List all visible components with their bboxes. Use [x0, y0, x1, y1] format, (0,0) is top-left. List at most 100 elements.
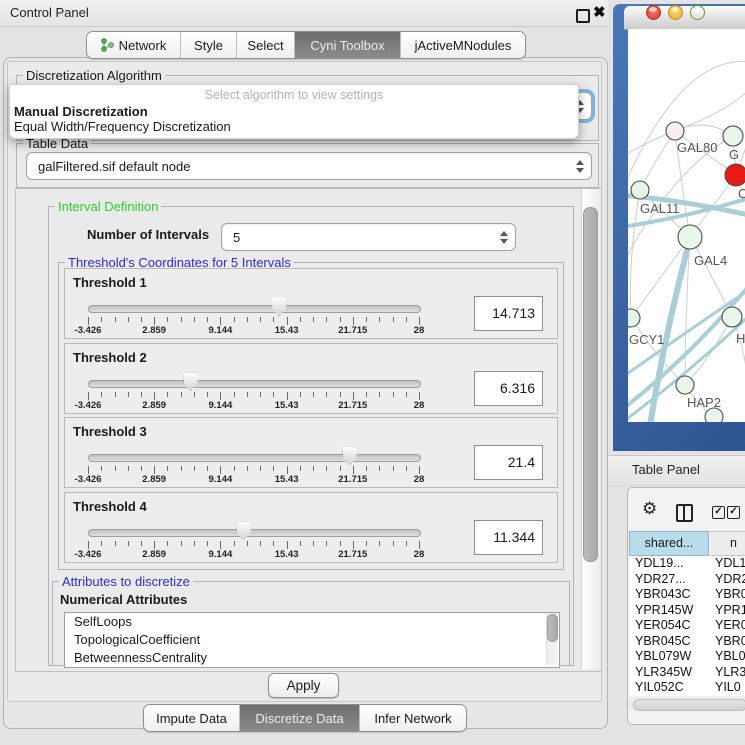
table-cell[interactable]: YDR27...	[635, 572, 686, 586]
split-columns-icon[interactable]	[676, 504, 693, 522]
network-canvas[interactable]: GAL80GCGAL11GAL4GCY1HHAP2	[628, 29, 745, 422]
slider-tick-label: 28	[414, 549, 425, 560]
numerical-attributes-list: SelfLoopsTopologicalCoefficientBetweenne…	[64, 612, 560, 668]
threshold-row: Threshold 4-3.4262.8599.14415.4321.71528…	[64, 492, 558, 563]
slider-tick-label: 28	[414, 325, 425, 336]
dropdown-option[interactable]: Equal Width/Frequency Discretization	[14, 119, 231, 134]
threshold-label: Threshold 4	[73, 499, 147, 514]
interval-definition-title: Interval Definition	[55, 199, 161, 214]
slider-track[interactable]	[88, 380, 421, 388]
table-cell[interactable]: YBL079W	[635, 649, 691, 663]
threshold-value-field[interactable]: 14.713	[474, 296, 543, 331]
tab-jactivemnodules[interactable]: jActiveMNodules	[401, 32, 525, 58]
zoom-traffic-light[interactable]	[690, 5, 705, 20]
column-header-shared[interactable]: shared...	[629, 531, 709, 556]
network-node[interactable]	[678, 225, 702, 249]
slider-thumb[interactable]	[237, 522, 251, 541]
table-cell[interactable]: YIL052C	[635, 680, 684, 694]
column-header-name[interactable]: n	[710, 531, 745, 556]
network-node-label: C	[738, 186, 745, 201]
slider-tick-label: 21.715	[338, 325, 367, 336]
table-cell[interactable]: YBL0	[715, 649, 745, 663]
horizontal-scrollbar-thumb[interactable]	[633, 699, 745, 711]
slider-tick-label: 28	[414, 474, 425, 485]
table-cell[interactable]: YBR045C	[635, 634, 691, 648]
slider-tick-label: 21.715	[338, 474, 367, 485]
dropdown-placeholder: Select algorithm to view settings	[10, 88, 578, 102]
network-node[interactable]	[723, 126, 743, 146]
table-cell[interactable]: YDL1	[715, 556, 745, 570]
tab-style[interactable]: Style	[181, 32, 237, 58]
node-table[interactable]: YDL19... YDL1 YDR27... YDR2 YBR043C YBR0 YPR14…	[629, 556, 745, 696]
table-cell[interactable]: YDL19...	[635, 556, 684, 570]
network-node-label: GAL4	[694, 253, 727, 268]
checkbox-icon[interactable]: ✓	[712, 506, 725, 519]
table-cell[interactable]: YIL0	[715, 680, 741, 694]
table-cell[interactable]: YER0	[715, 618, 745, 632]
gear-icon[interactable]: ⚙	[642, 500, 657, 517]
combo-arrows-icon	[569, 160, 591, 173]
slider-tick-label: 15.43	[275, 400, 299, 411]
number-of-intervals-label: Number of Intervals	[87, 227, 209, 242]
table-cell[interactable]: YBR0	[715, 634, 745, 648]
tab-select[interactable]: Select	[237, 32, 295, 58]
table-cell[interactable]: YBR0	[715, 587, 745, 601]
tab-network[interactable]: Network	[87, 32, 181, 58]
slider-tick-label: 9.144	[209, 400, 233, 411]
top-tab-bar: Network Style Select Cyni Toolbox jActiv…	[86, 31, 526, 59]
threshold-value-field[interactable]: 11.344	[474, 520, 543, 555]
slider-tick-label: 2.859	[142, 325, 166, 336]
table-cell[interactable]: YLR3	[715, 665, 745, 679]
table-cell[interactable]: YPR1	[715, 603, 745, 617]
tab-impute-data[interactable]: Impute Data	[144, 705, 240, 731]
network-node[interactable]	[628, 309, 640, 327]
slider-track[interactable]	[88, 529, 421, 537]
float-window-icon[interactable]	[576, 9, 590, 23]
algorithm-dropdown-popup: Select algorithm to view settings Manual…	[9, 84, 579, 139]
vertical-scrollbar-thumb[interactable]	[583, 207, 598, 562]
dropdown-option[interactable]: Manual Discretization	[14, 104, 148, 119]
list-scrollbar-thumb[interactable]	[547, 614, 558, 642]
table-cell[interactable]: YLR345W	[635, 665, 692, 679]
number-of-intervals-combobox[interactable]: 5	[221, 223, 516, 251]
threshold-row: Threshold 3-3.4262.8599.14415.4321.71528…	[64, 417, 558, 488]
attribute-list-item[interactable]: SelfLoops	[65, 613, 559, 631]
slider-thumb[interactable]	[272, 298, 286, 317]
table-cell[interactable]: YDR2	[715, 572, 745, 586]
slider-tick-label: 9.144	[209, 474, 233, 485]
network-node[interactable]	[725, 164, 745, 186]
network-node-label: GCY1	[629, 332, 664, 347]
network-node[interactable]	[676, 376, 694, 394]
tab-discretize-data[interactable]: Discretize Data	[240, 705, 360, 731]
slider-tick-label: -3.426	[75, 325, 102, 336]
slider-tick-label: -3.426	[75, 549, 102, 560]
table-cell[interactable]: YBR043C	[635, 587, 691, 601]
attribute-list-item[interactable]: BetweennessCentrality	[65, 649, 559, 667]
network-node[interactable]	[722, 307, 742, 327]
slider-track[interactable]	[88, 454, 421, 462]
table-cell[interactable]: YER054C	[635, 618, 691, 632]
slider-track[interactable]	[88, 305, 421, 313]
tab-infer-network[interactable]: Infer Network	[360, 705, 466, 731]
slider-thumb[interactable]	[184, 373, 198, 392]
attribute-list-item[interactable]: TopologicalCoefficient	[65, 631, 559, 649]
network-node[interactable]	[631, 181, 649, 199]
attributes-group-title: Attributes to discretize	[59, 574, 193, 589]
table-data-combobox[interactable]: galFiltered.sif default node	[26, 152, 592, 180]
slider-thumb[interactable]	[343, 447, 357, 466]
threshold-value-field[interactable]: 6.316	[474, 371, 543, 406]
minimize-traffic-light[interactable]	[668, 5, 683, 20]
network-node[interactable]	[705, 408, 723, 422]
checkbox-icon[interactable]: ✓	[727, 506, 740, 519]
network-node[interactable]	[666, 122, 684, 140]
close-traffic-light[interactable]	[646, 5, 661, 20]
numerical-attributes-label: Numerical Attributes	[60, 592, 187, 607]
threshold-value-field[interactable]: 21.4	[474, 445, 543, 480]
table-panel-title: Table Panel	[632, 462, 700, 477]
tab-cyni-toolbox[interactable]: Cyni Toolbox	[295, 32, 401, 58]
network-node-label: GAL11	[640, 201, 680, 216]
close-icon[interactable]: ✖	[593, 3, 606, 21]
network-window-titlebar[interactable]	[624, 6, 745, 30]
apply-button[interactable]: Apply	[268, 673, 339, 698]
table-cell[interactable]: YPR145W	[635, 603, 693, 617]
